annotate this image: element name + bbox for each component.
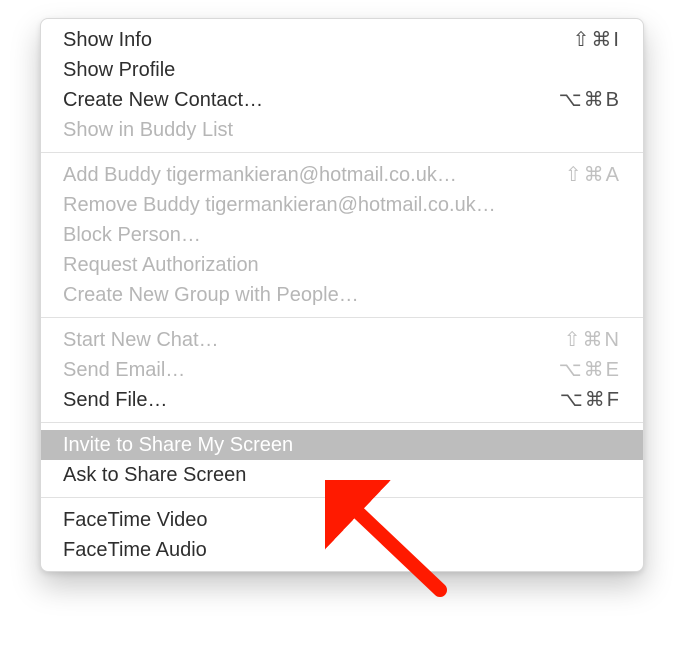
menu-item-shortcut: ⌥⌘E — [547, 355, 621, 385]
menu-item-label: Show in Buddy List — [63, 115, 233, 145]
menu-item-label: Create New Group with People… — [63, 280, 359, 310]
menu-separator — [41, 317, 643, 318]
menu-item-send-email: Send Email… ⌥⌘E — [41, 355, 643, 385]
menu-item-remove-buddy: Remove Buddy tigermankieran@hotmail.co.u… — [41, 190, 643, 220]
menu-item-label: Request Authorization — [63, 250, 259, 280]
menu-item-shortcut: ⌥⌘F — [548, 385, 621, 415]
menu-item-facetime-audio[interactable]: FaceTime Audio — [41, 535, 643, 565]
menu-item-send-file[interactable]: Send File… ⌥⌘F — [41, 385, 643, 415]
menu-item-shortcut: ⇧⌘N — [552, 325, 621, 355]
menu-item-label: Show Profile — [63, 55, 175, 85]
menu-item-shortcut: ⇧⌘A — [553, 160, 621, 190]
menu-item-label: Start New Chat… — [63, 325, 219, 355]
menu-item-facetime-video[interactable]: FaceTime Video — [41, 505, 643, 535]
menu-item-label: Block Person… — [63, 220, 201, 250]
menu-separator — [41, 497, 643, 498]
menu-item-label: Create New Contact… — [63, 85, 263, 115]
menu-item-label: Send Email… — [63, 355, 185, 385]
menu-item-ask-to-share-screen[interactable]: Ask to Share Screen — [41, 460, 643, 490]
menu-item-shortcut: ⇧⌘I — [561, 25, 621, 55]
menu-item-add-buddy: Add Buddy tigermankieran@hotmail.co.uk… … — [41, 160, 643, 190]
menu-item-label: Invite to Share My Screen — [63, 430, 293, 460]
menu-item-label: FaceTime Video — [63, 505, 208, 535]
menu-item-label: Send File… — [63, 385, 168, 415]
menu-item-label: Remove Buddy tigermankieran@hotmail.co.u… — [63, 190, 496, 220]
menu-item-label: Show Info — [63, 25, 152, 55]
menu-item-label: FaceTime Audio — [63, 535, 207, 565]
menu-separator — [41, 152, 643, 153]
menu-item-start-new-chat: Start New Chat… ⇧⌘N — [41, 325, 643, 355]
menu-item-create-new-group: Create New Group with People… — [41, 280, 643, 310]
menu-item-show-info[interactable]: Show Info ⇧⌘I — [41, 25, 643, 55]
context-menu: Show Info ⇧⌘I Show Profile Create New Co… — [40, 18, 644, 572]
menu-item-show-in-buddy-list: Show in Buddy List — [41, 115, 643, 145]
menu-separator — [41, 422, 643, 423]
menu-item-show-profile[interactable]: Show Profile — [41, 55, 643, 85]
menu-item-block-person: Block Person… — [41, 220, 643, 250]
menu-item-label: Add Buddy tigermankieran@hotmail.co.uk… — [63, 160, 457, 190]
menu-item-request-authorization: Request Authorization — [41, 250, 643, 280]
menu-item-label: Ask to Share Screen — [63, 460, 246, 490]
menu-item-invite-to-share-my-screen[interactable]: Invite to Share My Screen — [41, 430, 643, 460]
menu-item-create-new-contact[interactable]: Create New Contact… ⌥⌘B — [41, 85, 643, 115]
menu-item-shortcut: ⌥⌘B — [547, 85, 621, 115]
